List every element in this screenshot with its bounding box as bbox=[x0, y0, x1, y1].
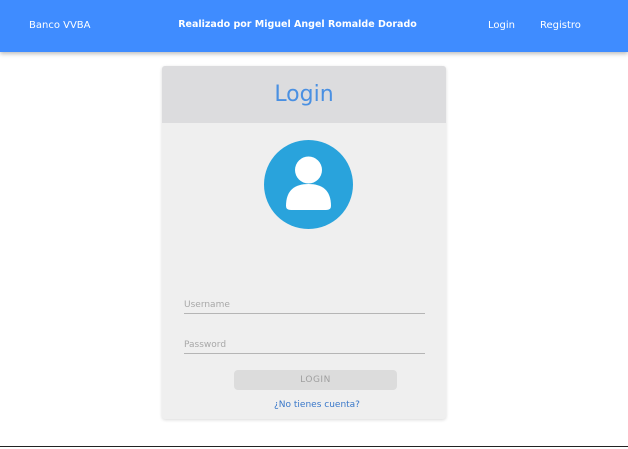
password-input[interactable] bbox=[184, 333, 425, 355]
bottom-divider bbox=[0, 446, 628, 447]
login-button[interactable]: LOGIN bbox=[234, 370, 397, 390]
avatar bbox=[264, 140, 353, 229]
username-input[interactable] bbox=[184, 293, 425, 315]
username-field-wrapper bbox=[184, 292, 425, 315]
password-field-wrapper bbox=[184, 332, 425, 355]
user-icon bbox=[286, 156, 331, 210]
login-card: Login LOGIN ¿No tienes cuenta? bbox=[162, 66, 446, 419]
top-navbar: Banco VVBA Realizado por Miguel Angel Ro… bbox=[0, 0, 628, 52]
nav-login-link[interactable]: Login bbox=[488, 20, 515, 31]
nav-registro-link[interactable]: Registro bbox=[540, 20, 581, 31]
card-header: Login bbox=[162, 66, 446, 123]
login-title: Login bbox=[274, 82, 334, 107]
register-link[interactable]: ¿No tienes cuenta? bbox=[162, 400, 472, 410]
